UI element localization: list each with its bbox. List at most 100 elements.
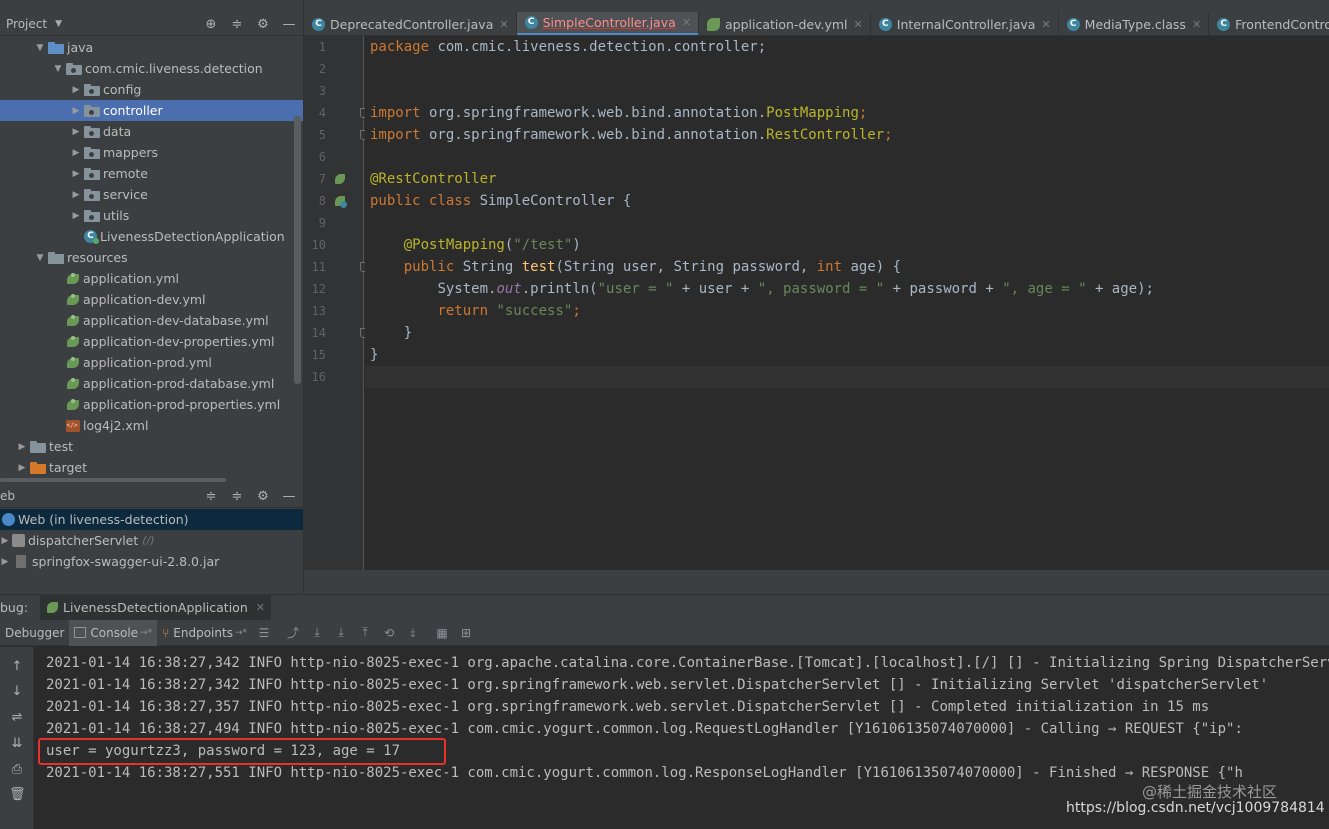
close-icon[interactable]: ✕	[499, 18, 508, 31]
chevron-right-icon[interactable]: ▶	[70, 85, 82, 95]
line-number[interactable]: 10	[304, 234, 326, 256]
tree-item[interactable]: application-dev.yml	[0, 289, 303, 310]
chevron-right-icon[interactable]: ▶	[70, 211, 82, 221]
line-number[interactable]: 7	[304, 168, 326, 190]
line-number[interactable]: 12	[304, 278, 326, 300]
tab-console[interactable]: Console →*	[69, 619, 158, 646]
spring-class-icon[interactable]	[333, 194, 347, 208]
tree-item[interactable]: ▶ data	[0, 121, 303, 142]
line-number[interactable]: 6	[304, 146, 326, 168]
show-execution-point-icon[interactable]: ⤴	[284, 624, 302, 641]
tree-item[interactable]: ▼ com.cmic.liveness.detection	[0, 58, 303, 79]
run-to-cursor-icon[interactable]: ⤈	[404, 625, 422, 640]
tree-item[interactable]: ▶ target	[0, 457, 303, 478]
tab-debugger[interactable]: Debugger	[0, 620, 69, 646]
expand-all-icon[interactable]: ≑	[203, 489, 219, 504]
close-icon[interactable]: ✕	[256, 601, 265, 614]
line-number[interactable]: 1	[304, 36, 326, 58]
tree-item[interactable]: ▶ mappers	[0, 142, 303, 163]
gear-icon[interactable]: ⚙	[255, 489, 271, 504]
scroll-to-end-icon[interactable]: ⇊	[9, 736, 25, 751]
collapse-all-icon[interactable]: ≑	[229, 489, 245, 504]
tree-scrollbar[interactable]	[294, 116, 301, 384]
tree-item[interactable]: log4j2.xml	[0, 415, 303, 436]
chevron-right-icon[interactable]: ▶	[70, 190, 82, 200]
editor-tab[interactable]: C FrontendController.java	[1209, 12, 1329, 35]
line-number[interactable]: 2	[304, 58, 326, 80]
tree-item[interactable]: application-prod-properties.yml	[0, 394, 303, 415]
tree-item[interactable]: application-dev-database.yml	[0, 310, 303, 331]
line-number[interactable]: 11	[304, 256, 326, 278]
line-number[interactable]: 14	[304, 322, 326, 344]
tree-item[interactable]: application-prod-database.yml	[0, 373, 303, 394]
chevron-right-icon[interactable]: ▶	[70, 106, 82, 116]
line-number[interactable]: 4	[304, 102, 326, 124]
debug-session-tab[interactable]: LivenessDetectionApplication ✕	[40, 594, 271, 621]
code-editor[interactable]: package com.cmic.liveness.detection.cont…	[365, 36, 1329, 570]
evaluate-icon[interactable]: ▦	[433, 626, 451, 640]
tree-item[interactable]: ▶ remote	[0, 163, 303, 184]
line-number[interactable]: 3	[304, 80, 326, 102]
menu-icon[interactable]: ☰	[255, 626, 273, 640]
tree-item[interactable]: ▶ utils	[0, 205, 303, 226]
tree-item[interactable]: ▶ test	[0, 436, 303, 457]
step-into-icon[interactable]: ⤓	[332, 625, 350, 640]
tab-endpoints[interactable]: ⑂ Endpoints →*	[157, 620, 252, 646]
print-icon[interactable]: ⎙	[9, 762, 25, 777]
editor-tab[interactable]: application-dev.yml ✕	[699, 12, 871, 35]
web-item-dispatcher-servlet[interactable]: ▶ dispatcherServlet (/)	[0, 530, 303, 551]
tree-item[interactable]: ▼ resources	[0, 247, 303, 268]
line-number[interactable]: 5	[304, 124, 326, 146]
step-over-icon[interactable]: ⤓	[308, 625, 326, 640]
soft-wrap-icon[interactable]: ⇌	[9, 710, 25, 725]
line-number[interactable]: 13	[304, 300, 326, 322]
tree-item[interactable]: application-dev-properties.yml	[0, 331, 303, 352]
trash-icon[interactable]: 🗑	[9, 787, 26, 802]
close-icon[interactable]: ✕	[1041, 18, 1050, 31]
chevron-right-icon[interactable]: ▶	[16, 463, 28, 473]
line-number[interactable]: 8	[304, 190, 326, 212]
close-icon[interactable]: ✕	[854, 18, 863, 31]
project-panel-title[interactable]: Project	[6, 17, 47, 31]
drop-frame-icon[interactable]: ⟲	[380, 626, 398, 640]
editor-tab[interactable]: C InternalController.java ✕	[871, 12, 1059, 35]
spring-bean-icon[interactable]	[333, 172, 347, 186]
tree-item[interactable]: C LivenessDetectionApplication	[0, 226, 303, 247]
minimize-icon[interactable]: —	[281, 17, 297, 32]
tree-item[interactable]: application-prod.yml	[0, 352, 303, 373]
line-number[interactable]: 9	[304, 212, 326, 234]
chevron-right-icon[interactable]: ▶	[70, 148, 82, 158]
arrow-down-icon[interactable]: ↓	[9, 684, 25, 699]
chevron-right-icon[interactable]: ▶	[0, 536, 10, 546]
arrow-up-icon[interactable]: ↑	[9, 659, 25, 674]
minimize-icon[interactable]: —	[281, 489, 297, 504]
pin-arrow-icon[interactable]: →*	[140, 628, 152, 638]
line-number[interactable]: 16	[304, 366, 326, 388]
tree-item[interactable]: ▶ controller	[0, 100, 303, 121]
pin-arrow-icon[interactable]: →*	[235, 628, 247, 638]
trace-icon[interactable]: ⊞	[457, 626, 475, 640]
close-icon[interactable]: ✕	[1192, 18, 1201, 31]
tree-item[interactable]: application.yml	[0, 268, 303, 289]
web-item-swagger-jar[interactable]: ▶ springfox-swagger-ui-2.8.0.jar	[0, 551, 303, 572]
web-item-root[interactable]: Web (in liveness-detection)	[0, 509, 303, 530]
collapse-icon[interactable]: ≑	[229, 17, 245, 32]
step-out-icon[interactable]: ⤒	[356, 625, 374, 640]
chevron-down-icon[interactable]: ▼	[52, 64, 64, 74]
editor-tab[interactable]: C SimpleController.java ✕	[516, 12, 699, 35]
chevron-right-icon[interactable]: ▶	[0, 557, 10, 567]
tree-item[interactable]: ▶ service	[0, 184, 303, 205]
gear-icon[interactable]: ⚙	[255, 17, 271, 32]
tree-item[interactable]: ▼ java	[0, 37, 303, 58]
chevron-down-icon[interactable]: ▼	[55, 19, 62, 29]
chevron-right-icon[interactable]: ▶	[16, 442, 28, 452]
tree-hscrollbar[interactable]	[0, 478, 226, 482]
tree-item[interactable]: ▶ config	[0, 79, 303, 100]
editor-tab[interactable]: C DeprecatedController.java ✕	[304, 12, 517, 35]
chevron-right-icon[interactable]: ▶	[70, 169, 82, 179]
line-number[interactable]: 15	[304, 344, 326, 366]
close-icon[interactable]: ✕	[682, 16, 691, 29]
chevron-down-icon[interactable]: ▼	[34, 43, 46, 53]
chevron-down-icon[interactable]: ▼	[34, 253, 46, 263]
editor-tab[interactable]: C MediaType.class ✕	[1059, 12, 1210, 35]
